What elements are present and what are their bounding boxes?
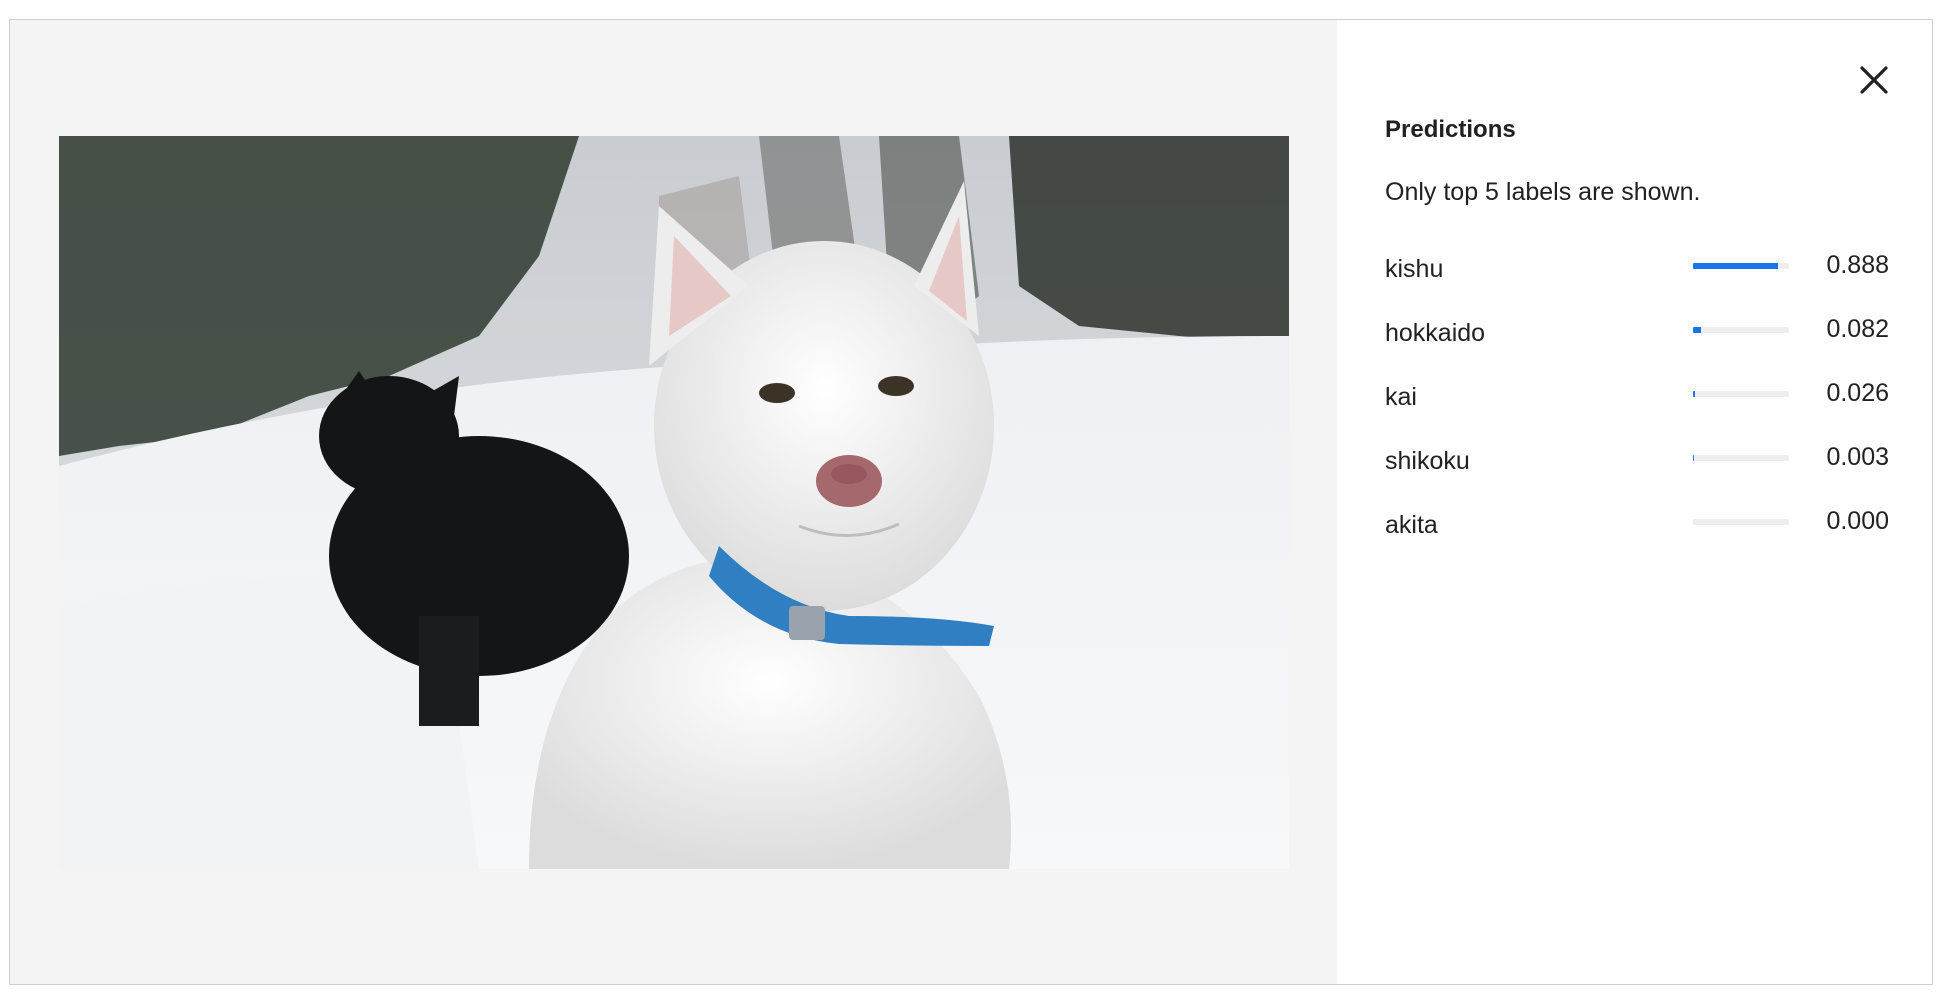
prediction-score-bar: [1693, 263, 1789, 269]
prediction-label: hokkaido: [1385, 319, 1486, 347]
close-icon: [1860, 66, 1888, 94]
prediction-dialog: Predictions Only top 5 labels are shown.…: [9, 19, 1933, 985]
prediction-image: [59, 136, 1289, 869]
prediction-label: kishu: [1385, 255, 1444, 283]
prediction-label: kai: [1385, 383, 1417, 411]
prediction-score-fill: [1693, 391, 1696, 397]
predictions-panel: Predictions Only top 5 labels are shown.…: [1337, 20, 1932, 984]
prediction-score: 0.000: [1826, 507, 1889, 535]
prediction-score: 0.082: [1826, 315, 1889, 343]
prediction-score: 0.888: [1826, 251, 1889, 279]
prediction-list: kishu 0.888 hokkaido 0.082 kai 0.026 shi…: [1385, 251, 1889, 572]
prediction-row: akita 0.000: [1385, 507, 1889, 572]
dog-photo: [59, 136, 1289, 869]
prediction-score-fill: [1693, 263, 1779, 269]
prediction-score-bar: [1693, 327, 1789, 333]
prediction-score-bar: [1693, 519, 1789, 525]
prediction-label: akita: [1385, 511, 1438, 539]
prediction-score: 0.026: [1826, 379, 1889, 407]
prediction-label: shikoku: [1385, 447, 1470, 475]
prediction-score-bar: [1693, 455, 1789, 461]
top-labels-note: Only top 5 labels are shown.: [1385, 178, 1701, 206]
prediction-row: hokkaido 0.082: [1385, 315, 1889, 380]
panel-title: Predictions: [1385, 116, 1516, 143]
prediction-score: 0.003: [1826, 443, 1889, 471]
prediction-row: kai 0.026: [1385, 379, 1889, 444]
prediction-score-fill: [1693, 327, 1701, 333]
prediction-row: shikoku 0.003: [1385, 443, 1889, 508]
close-button[interactable]: [1852, 58, 1896, 102]
prediction-row: kishu 0.888: [1385, 251, 1889, 316]
image-pane: [10, 20, 1337, 984]
prediction-score-bar: [1693, 391, 1789, 397]
